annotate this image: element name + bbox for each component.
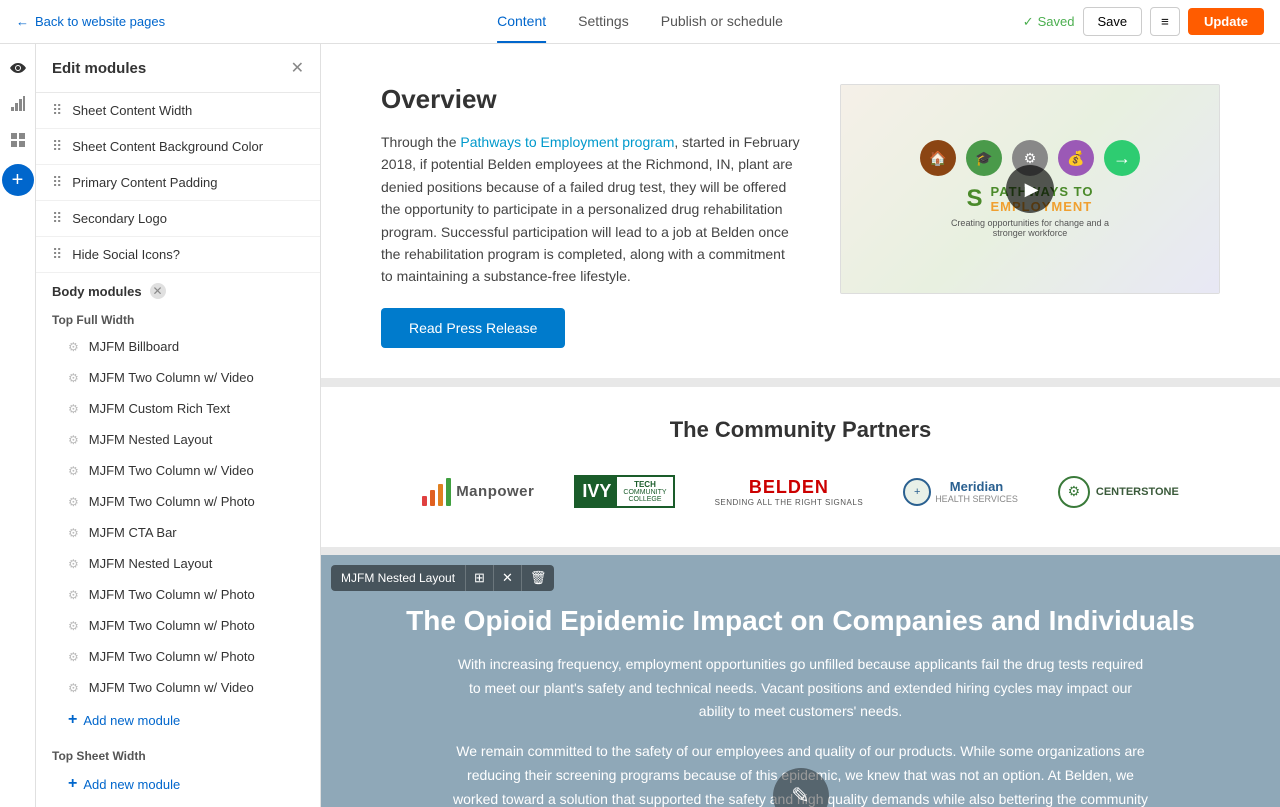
close-icon[interactable]: ✕: [291, 58, 304, 78]
update-button[interactable]: Update: [1188, 8, 1264, 35]
body-module-7[interactable]: ⚙ MJFM Nested Layout: [36, 548, 320, 579]
drag-icon: ⚙: [68, 650, 79, 664]
add-module-btn-2[interactable]: + Add new module: [36, 767, 320, 801]
partner-belden: BELDEN SENDING ALL THE RIGHT SIGNALS: [715, 467, 864, 517]
drag-icon: ⚙: [68, 495, 79, 509]
overview-body: Through the Pathways to Employment progr…: [381, 131, 800, 288]
tab-publish[interactable]: Publish or schedule: [661, 1, 783, 43]
community-partners-section: The Community Partners Manpower: [321, 386, 1280, 547]
pathways-link[interactable]: Pathways to Employment program: [460, 134, 674, 150]
eye-icon-btn[interactable]: [2, 52, 34, 84]
sidebar-title: Edit modules: [52, 60, 146, 77]
nav-actions: ✓ Saved Save ≡ Update: [1023, 7, 1264, 36]
drag-icon: ⠿: [52, 174, 62, 191]
body-module-4[interactable]: ⚙ MJFM Two Column w/ Video: [36, 455, 320, 486]
community-partners-title: The Community Partners: [381, 417, 1220, 443]
module-primary-content-padding[interactable]: ⠿ Primary Content Padding: [36, 165, 320, 201]
drag-icon: ⚙: [68, 402, 79, 416]
top-full-width-header: Top Full Width: [36, 305, 320, 331]
body-modules-close[interactable]: ✕: [150, 283, 166, 299]
body-modules-label: Body modules: [52, 284, 142, 299]
saved-label-text: Saved: [1038, 14, 1075, 29]
drag-icon: ⠿: [52, 246, 62, 263]
module-secondary-logo[interactable]: ⠿ Secondary Logo: [36, 201, 320, 237]
body-module-1[interactable]: ⚙ MJFM Two Column w/ Video: [36, 362, 320, 393]
drag-icon: ⠿: [52, 210, 62, 227]
box-icon-btn[interactable]: [2, 124, 34, 156]
save-button[interactable]: Save: [1083, 7, 1143, 36]
partners-logos: Manpower IVY TECH COMMUNITY COLLEGE: [381, 467, 1220, 517]
drag-icon: ⚙: [68, 371, 79, 385]
top-nav: ← Back to website pages Content Settings…: [0, 0, 1280, 44]
drag-icon: ⚙: [68, 619, 79, 633]
drag-icon: ⚙: [68, 557, 79, 571]
nested-delete-btn[interactable]: 🗑: [521, 565, 555, 591]
drag-icon: ⚙: [68, 464, 79, 478]
nested-section-title: The Opioid Epidemic Impact on Companies …: [401, 605, 1200, 637]
sidebar-header: Edit modules ✕: [36, 44, 320, 93]
main-layout: + Edit modules ✕ ⠿ Sheet Content Width ⠿…: [0, 44, 1280, 807]
add-icon-btn[interactable]: +: [2, 164, 34, 196]
check-icon: ✓: [1023, 14, 1034, 30]
sidebar: Edit modules ✕ ⠿ Sheet Content Width ⠿ S…: [36, 44, 321, 807]
nested-layout-label: MJFM Nested Layout: [331, 566, 465, 590]
video-thumbnail[interactable]: 🏠 🎓 ⚙ 💰 → S PATHWAYS TO EMPLOYMENT: [840, 84, 1220, 294]
tab-content[interactable]: Content: [497, 1, 546, 43]
add-module-btn-1[interactable]: + Add new module: [36, 703, 320, 737]
content-area: Overview Through the Pathways to Employm…: [321, 44, 1280, 807]
module-hide-social-icons[interactable]: ⠿ Hide Social Icons?: [36, 237, 320, 273]
nested-close-btn[interactable]: ✕: [493, 565, 521, 591]
nested-grid-btn[interactable]: ⊞: [465, 565, 493, 591]
body-module-3[interactable]: ⚙ MJFM Nested Layout: [36, 424, 320, 455]
overview-section: Overview Through the Pathways to Employm…: [321, 44, 1280, 378]
back-link[interactable]: ← Back to website pages: [16, 14, 165, 29]
drag-icon: ⠿: [52, 102, 62, 119]
body-module-10[interactable]: ⚙ MJFM Two Column w/ Photo: [36, 641, 320, 672]
menu-button[interactable]: ≡: [1150, 7, 1180, 36]
nested-layout-section: MJFM Nested Layout ⊞ ✕ 🗑 ✎ The Opioid Ep…: [321, 555, 1280, 807]
tab-settings[interactable]: Settings: [578, 1, 629, 43]
module-sheet-content-width[interactable]: ⠿ Sheet Content Width: [36, 93, 320, 129]
drag-icon: ⚙: [68, 526, 79, 540]
drag-icon: ⚙: [68, 681, 79, 695]
plus-icon-2: +: [68, 775, 77, 793]
pencil-icon: ✎: [791, 783, 809, 807]
back-arrow-icon: ←: [16, 14, 29, 29]
body-modules-section: Body modules ✕: [36, 273, 320, 305]
partner-centerstone: ⚙ CENTERSTONE: [1058, 467, 1179, 517]
body-module-0[interactable]: ⚙ MJFM Billboard: [36, 331, 320, 362]
nav-tabs: Content Settings Publish or schedule: [497, 1, 783, 43]
nested-toolbar: MJFM Nested Layout ⊞ ✕ 🗑: [331, 565, 554, 591]
overview-image: 🏠 🎓 ⚙ 💰 → S PATHWAYS TO EMPLOYMENT: [840, 84, 1220, 294]
drag-icon: ⚙: [68, 588, 79, 602]
drag-icon: ⠿: [52, 138, 62, 155]
chart-icon-btn[interactable]: [2, 88, 34, 120]
separator-2: [321, 547, 1280, 555]
plus-icon: +: [12, 169, 24, 192]
drag-icon: ⚙: [68, 340, 79, 354]
partner-ivytech: IVY TECH COMMUNITY COLLEGE: [574, 467, 674, 517]
play-button[interactable]: [1006, 165, 1054, 213]
overview-title: Overview: [381, 84, 800, 115]
icon-sidebar: +: [0, 44, 36, 807]
body-module-5[interactable]: ⚙ MJFM Two Column w/ Photo: [36, 486, 320, 517]
top-sheet-width-header: Top Sheet Width: [36, 741, 320, 767]
body-module-6[interactable]: ⚙ MJFM CTA Bar: [36, 517, 320, 548]
partner-manpower: Manpower: [422, 467, 534, 517]
back-link-label: Back to website pages: [35, 14, 165, 29]
separator: [321, 378, 1280, 386]
drag-icon: ⚙: [68, 433, 79, 447]
body-module-9[interactable]: ⚙ MJFM Two Column w/ Photo: [36, 610, 320, 641]
nested-body-1: With increasing frequency, employment op…: [451, 653, 1151, 724]
body-module-11[interactable]: ⚙ MJFM Two Column w/ Video: [36, 672, 320, 703]
overview-text: Overview Through the Pathways to Employm…: [381, 84, 800, 348]
body-module-2[interactable]: ⚙ MJFM Custom Rich Text: [36, 393, 320, 424]
plus-icon: +: [68, 711, 77, 729]
saved-status: ✓ Saved: [1023, 14, 1075, 30]
module-sheet-content-bg[interactable]: ⠿ Sheet Content Background Color: [36, 129, 320, 165]
body-module-8[interactable]: ⚙ MJFM Two Column w/ Photo: [36, 579, 320, 610]
read-press-release-button[interactable]: Read Press Release: [381, 308, 565, 348]
partner-meridian: + Meridian HEALTH SERVICES: [903, 467, 1018, 517]
